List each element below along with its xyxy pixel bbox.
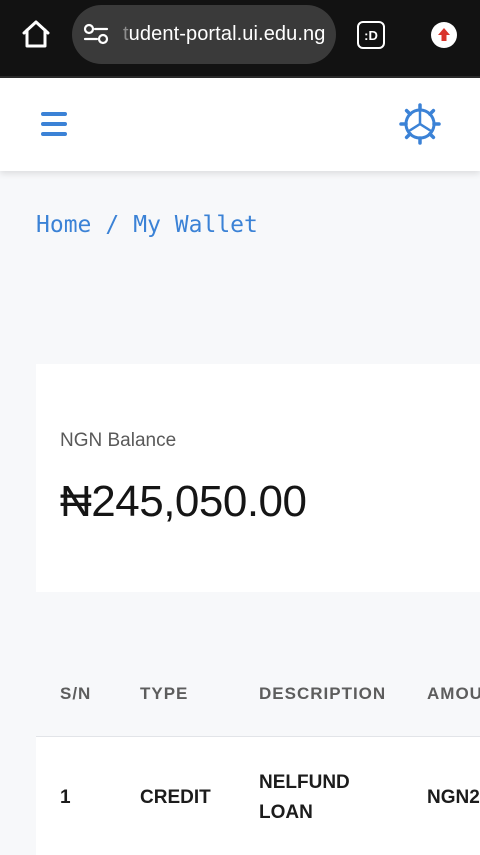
column-header-sn: S/N xyxy=(60,684,92,703)
column-header-type: TYPE xyxy=(140,684,189,703)
balance-card: NGN Balance ₦245,050.00 xyxy=(36,364,480,592)
cell-sn: 1 xyxy=(60,787,71,808)
address-bar[interactable]: tudent-portal.ui.edu.ng xyxy=(72,5,336,64)
balance-label: NGN Balance xyxy=(60,430,177,451)
hamburger-menu-icon[interactable] xyxy=(41,112,67,136)
app-header xyxy=(0,78,480,171)
url-text: tudent-portal.ui.edu.ng xyxy=(123,23,325,46)
tune-icon[interactable] xyxy=(83,23,109,45)
cell-type: CREDIT xyxy=(140,787,211,808)
table-row[interactable]: 1 CREDIT NELFUND LOAN NGN2 xyxy=(36,737,480,855)
column-header-description: DESCRIPTION xyxy=(259,684,387,703)
breadcrumb-separator: / xyxy=(105,212,120,238)
breadcrumb-home-link[interactable]: Home xyxy=(36,212,91,238)
arrow-up-icon xyxy=(438,28,450,41)
breadcrumb-current: My Wallet xyxy=(133,212,258,238)
table-header: S/N TYPE DESCRIPTION AMOU xyxy=(0,660,480,736)
cell-description-line2: LOAN xyxy=(259,802,313,823)
gear-icon[interactable] xyxy=(399,103,441,145)
extension-icon[interactable] xyxy=(431,22,457,48)
breadcrumb: Home / My Wallet xyxy=(36,212,258,238)
cell-amount: NGN2 xyxy=(427,787,480,808)
tab-switcher-label: :D xyxy=(364,27,378,43)
tab-switcher-icon[interactable]: :D xyxy=(357,21,385,49)
home-icon[interactable] xyxy=(20,18,52,50)
url-domain-text: udent-portal.ui.edu.ng xyxy=(128,23,326,45)
browser-toolbar: tudent-portal.ui.edu.ng :D xyxy=(0,0,480,76)
balance-amount: ₦245,050.00 xyxy=(60,477,307,526)
column-header-amount: AMOU xyxy=(427,684,480,703)
cell-description-line1: NELFUND xyxy=(259,772,350,793)
